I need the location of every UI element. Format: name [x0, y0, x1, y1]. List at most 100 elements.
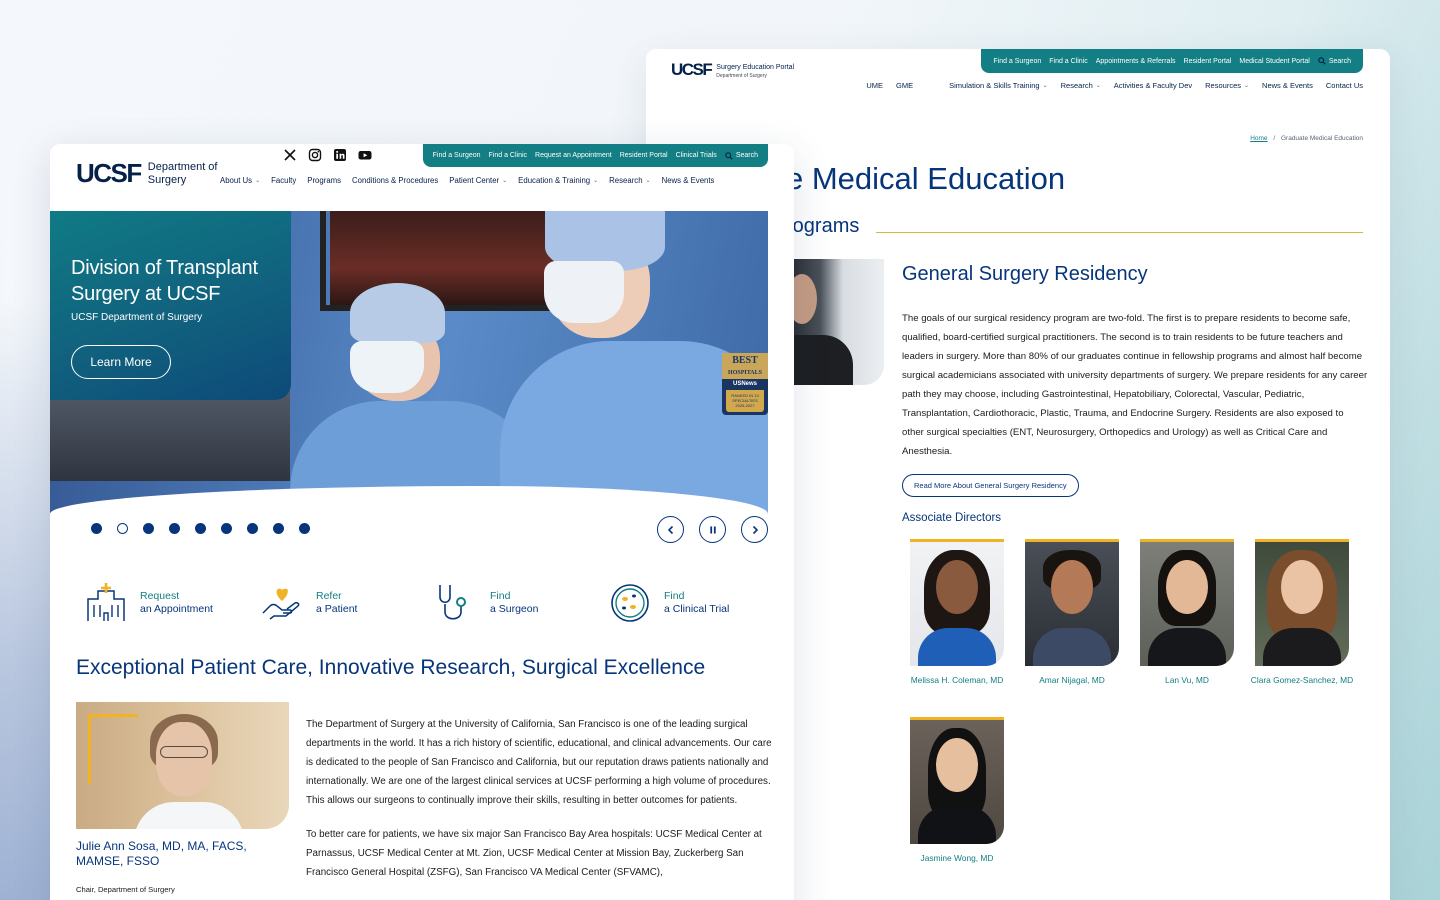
director-name: Clara Gomez-Sanchez, MD	[1250, 675, 1354, 685]
nav-news[interactable]: News & Events	[1262, 81, 1313, 90]
quick-link-appointment[interactable]: Request an Appointment	[84, 581, 213, 625]
portal-logo[interactable]: UCSF Surgery Education Portal Department…	[671, 60, 794, 80]
main-nav: About Us ⌄ Faculty Programs Conditions & …	[220, 176, 714, 185]
quick-link-line-2: a Surgeon	[490, 603, 539, 615]
quick-link-find-surgeon[interactable]: Find a Surgeon	[434, 581, 538, 625]
nav-research[interactable]: Research ⌄	[609, 176, 650, 185]
chevron-down-icon: ⌄	[1095, 83, 1101, 89]
util-find-surgeon[interactable]: Find a Surgeon	[989, 58, 1045, 65]
nav-ume[interactable]: UME	[866, 81, 883, 90]
director-photo	[910, 717, 1004, 844]
photo-face	[936, 738, 978, 792]
breadcrumb-separator: /	[1273, 135, 1276, 142]
util-find-surgeon[interactable]: Find a Surgeon	[429, 152, 485, 159]
ucsf-logo: UCSF	[671, 60, 713, 79]
badge-line-1: BEST	[732, 355, 758, 366]
quick-link-line-2: a Patient	[316, 603, 358, 615]
carousel-dot[interactable]	[169, 523, 180, 534]
dept-logo[interactable]: UCSF Department of Surgery	[76, 158, 217, 189]
badge-line-2: HOSPITALS	[728, 370, 762, 376]
util-find-clinic[interactable]: Find a Clinic	[1045, 58, 1092, 65]
photo-clothing	[918, 628, 996, 666]
director-name: Lan Vu, MD	[1165, 675, 1209, 685]
instagram-icon[interactable]	[308, 148, 322, 162]
hero-card: Division of Transplant Surgery at UCSF U…	[50, 211, 291, 400]
nav-research[interactable]: Research ⌄	[1061, 81, 1101, 90]
utility-bar: Find a Surgeon Find a Clinic Appointment…	[981, 49, 1363, 73]
read-more-button[interactable]: Read More About General Surgery Residenc…	[902, 474, 1079, 497]
chair-role: Chair, Department of Surgery	[76, 885, 175, 894]
breadcrumb-home[interactable]: Home	[1250, 135, 1267, 142]
chair-name[interactable]: Julie Ann Sosa, MD, MA, FACS, MAMSE, FSS…	[76, 839, 276, 869]
carousel-dot[interactable]	[247, 523, 258, 534]
carousel-dot[interactable]	[273, 523, 284, 534]
nav-news[interactable]: News & Events	[662, 176, 715, 185]
linkedin-icon[interactable]	[333, 148, 347, 162]
photo-face	[1281, 560, 1323, 614]
intro-text: The Department of Surgery at the Univers…	[306, 715, 772, 882]
nav-faculty[interactable]: Faculty	[271, 176, 296, 185]
director-card[interactable]: Clara Gomez-Sanchez, MD	[1247, 539, 1357, 687]
photo-face	[1051, 560, 1093, 614]
util-find-clinic[interactable]: Find a Clinic	[485, 152, 532, 159]
petri-dish-icon	[611, 584, 649, 622]
util-student-portal[interactable]: Medical Student Portal	[1235, 58, 1313, 65]
carousel-pause-button[interactable]	[699, 516, 726, 543]
quick-link-line-1: Request	[140, 590, 180, 602]
director-card[interactable]: Melissa H. Coleman, MD	[902, 539, 1012, 687]
nav-research-label: Research	[1060, 81, 1093, 90]
carousel-dot[interactable]	[299, 523, 310, 534]
search-button[interactable]: Search	[1314, 57, 1355, 65]
chevron-down-icon: ⌄	[645, 178, 651, 184]
nav-programs[interactable]: Programs	[307, 176, 341, 185]
youtube-icon[interactable]	[358, 148, 372, 162]
chevron-right-icon	[752, 525, 758, 534]
photo-face	[1166, 560, 1208, 614]
util-request-appointment[interactable]: Request an Appointment	[531, 152, 616, 159]
photo-face	[936, 560, 978, 614]
util-clinical-trials[interactable]: Clinical Trials	[672, 152, 721, 159]
nav-resources[interactable]: Resources ⌄	[1205, 81, 1249, 90]
nav-activities[interactable]: Activities & Faculty Dev	[1114, 81, 1192, 90]
util-appointments[interactable]: Appointments & Referrals	[1092, 58, 1180, 65]
director-card[interactable]: Amar Nijagal, MD	[1017, 539, 1127, 687]
util-resident-portal[interactable]: Resident Portal	[616, 152, 672, 159]
director-card[interactable]: Jasmine Wong, MD	[902, 717, 1012, 865]
carousel-next-button[interactable]	[741, 516, 768, 543]
util-resident-portal[interactable]: Resident Portal	[1180, 58, 1236, 65]
nav-simulation[interactable]: Simulation & Skills Training ⌄	[949, 81, 1048, 90]
carousel-dot[interactable]	[221, 523, 232, 534]
nav-gme[interactable]: GME	[896, 81, 913, 90]
quick-link-clinical-trial[interactable]: Find a Clinical Trial	[608, 581, 729, 625]
dept-name: Department of Surgery	[148, 161, 218, 186]
search-icon	[725, 151, 733, 160]
nav-patient-center[interactable]: Patient Center ⌄	[449, 176, 507, 185]
photo-clothing	[1148, 628, 1226, 666]
section-headline: Exceptional Patient Care, Innovative Res…	[76, 656, 706, 679]
search-button[interactable]: Search	[721, 151, 762, 160]
chair-photo	[76, 702, 289, 829]
director-card[interactable]: Lan Vu, MD	[1132, 539, 1242, 687]
nav-contact[interactable]: Contact Us	[1326, 81, 1363, 90]
nav-education[interactable]: Education & Training ⌄	[518, 176, 598, 185]
dept-line-2: Surgery	[147, 173, 187, 186]
hero-surgeon-1-mask	[350, 341, 424, 393]
program-title: General Surgery Residency	[902, 263, 1148, 285]
carousel-prev-button[interactable]	[657, 516, 684, 543]
carousel-dot[interactable]	[195, 523, 206, 534]
quick-link-text: Request an Appointment	[140, 590, 213, 616]
carousel-dot[interactable]	[143, 523, 154, 534]
page-title: e Medical Education	[786, 161, 1066, 196]
carousel-dot[interactable]	[117, 523, 128, 534]
hero-title: Division of Transplant Surgery at UCSF	[71, 257, 258, 305]
learn-more-button[interactable]: Learn More	[71, 345, 171, 379]
nav-conditions[interactable]: Conditions & Procedures	[352, 176, 438, 185]
carousel-dot[interactable]	[91, 523, 102, 534]
hero-banner: Division of Transplant Surgery at UCSF U…	[50, 211, 768, 514]
hero-surgeon-2-mask	[544, 261, 624, 323]
portal-dept: Department of Surgery	[716, 73, 767, 79]
quick-link-refer[interactable]: Refer a Patient	[260, 581, 357, 625]
x-icon[interactable]	[283, 148, 297, 162]
quick-link-line-1: Find	[490, 590, 511, 602]
nav-about[interactable]: About Us ⌄	[220, 176, 260, 185]
